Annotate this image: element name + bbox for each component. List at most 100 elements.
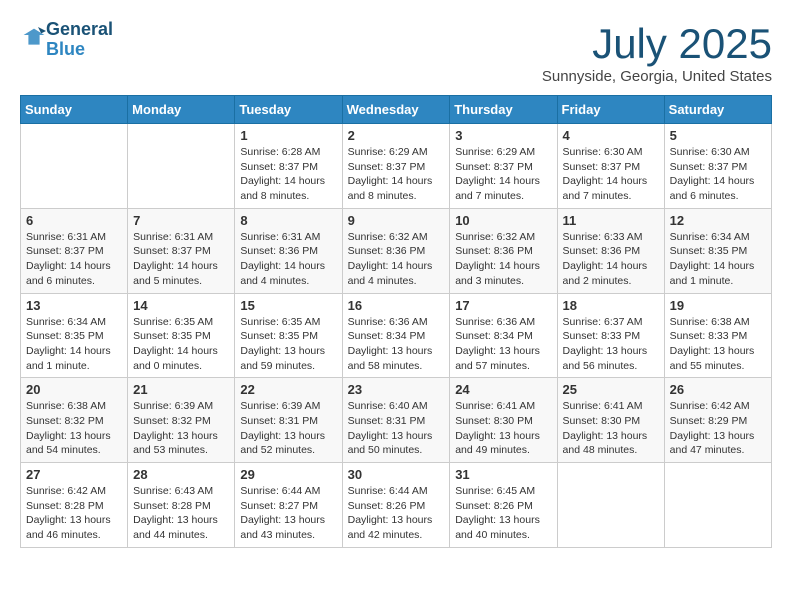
day-info: Sunrise: 6:31 AMSunset: 8:37 PMDaylight:… [133, 230, 229, 289]
day-number: 14 [133, 298, 229, 313]
day-number: 16 [348, 298, 445, 313]
day-number: 13 [26, 298, 122, 313]
calendar-cell: 19Sunrise: 6:38 AMSunset: 8:33 PMDayligh… [664, 293, 771, 378]
day-number: 21 [133, 382, 229, 397]
weekday-header: Thursday [450, 96, 557, 124]
calendar-cell: 22 Sunrise: 6:39 AMSunset: 8:31 PMDayligh… [235, 378, 342, 463]
day-info: Sunrise: 6:31 AMSunset: 8:37 PMDaylight:… [26, 230, 122, 289]
day-number: 3 [455, 128, 551, 143]
page-header: General Blue July 2025 Sunnyside, Georgi… [20, 20, 772, 85]
calendar-cell: 20 Sunrise: 6:38 AMSunset: 8:32 PMDayligh… [21, 378, 128, 463]
day-number: 20 [26, 382, 122, 397]
calendar-cell: 12 Sunrise: 6:34 AMSunset: 8:35 PMDayligh… [664, 208, 771, 293]
location-label: Sunnyside, Georgia, United States [542, 68, 772, 85]
calendar-cell: 25 Sunrise: 6:41 AMSunset: 8:30 PMDayligh… [557, 378, 664, 463]
calendar-cell: 26 Sunrise: 6:42 AMSunset: 8:29 PMDayligh… [664, 378, 771, 463]
day-info: Sunrise: 6:42 AMSunset: 8:28 PMDaylight:… [26, 484, 122, 543]
day-number: 2 [348, 128, 445, 143]
day-number: 28 [133, 467, 229, 482]
day-info: Sunrise: 6:36 AMSunset: 8:34 PMDaylight:… [348, 315, 445, 374]
calendar-cell: 13 Sunrise: 6:34 AMSunset: 8:35 PMDayligh… [21, 293, 128, 378]
logo-line2: Blue [46, 40, 113, 60]
day-number: 5 [670, 128, 766, 143]
calendar-table: SundayMondayTuesdayWednesdayThursdayFrid… [20, 95, 772, 548]
logo-text: General Blue [46, 20, 113, 60]
day-info: Sunrise: 6:44 AMSunset: 8:27 PMDaylight:… [240, 484, 336, 543]
calendar-cell: 21 Sunrise: 6:39 AMSunset: 8:32 PMDayligh… [128, 378, 235, 463]
calendar-cell: 10 Sunrise: 6:32 AMSunset: 8:36 PMDayligh… [450, 208, 557, 293]
weekday-header: Friday [557, 96, 664, 124]
day-number: 22 [240, 382, 336, 397]
day-info: Sunrise: 6:39 AMSunset: 8:31 PMDaylight:… [240, 399, 336, 458]
calendar-cell [21, 124, 128, 209]
calendar-cell: 7Sunrise: 6:31 AMSunset: 8:37 PMDaylight… [128, 208, 235, 293]
month-year-title: July 2025 [542, 20, 772, 68]
calendar-cell: 4Sunrise: 6:30 AMSunset: 8:37 PMDaylight… [557, 124, 664, 209]
calendar-cell: 15 Sunrise: 6:35 AMSunset: 8:35 PMDayligh… [235, 293, 342, 378]
day-number: 1 [240, 128, 336, 143]
calendar-cell: 23 Sunrise: 6:40 AMSunset: 8:31 PMDayligh… [342, 378, 450, 463]
day-info: Sunrise: 6:29 AMSunset: 8:37 PMDaylight:… [455, 145, 551, 204]
day-number: 12 [670, 213, 766, 228]
day-info: Sunrise: 6:40 AMSunset: 8:31 PMDaylight:… [348, 399, 445, 458]
day-info: Sunrise: 6:36 AMSunset: 8:34 PMDaylight:… [455, 315, 551, 374]
day-number: 31 [455, 467, 551, 482]
calendar-week-row: 6 Sunrise: 6:31 AMSunset: 8:37 PMDaylight… [21, 208, 772, 293]
day-number: 6 [26, 213, 122, 228]
day-number: 17 [455, 298, 551, 313]
day-info: Sunrise: 6:28 AMSunset: 8:37 PMDaylight:… [240, 145, 336, 204]
calendar-cell: 24Sunrise: 6:41 AMSunset: 8:30 PMDayligh… [450, 378, 557, 463]
day-number: 9 [348, 213, 445, 228]
day-number: 25 [563, 382, 659, 397]
day-info: Sunrise: 6:41 AMSunset: 8:30 PMDaylight:… [563, 399, 659, 458]
day-info: Sunrise: 6:34 AMSunset: 8:35 PMDaylight:… [670, 230, 766, 289]
logo-line1: General [46, 20, 113, 40]
weekday-header: Sunday [21, 96, 128, 124]
day-number: 19 [670, 298, 766, 313]
day-number: 4 [563, 128, 659, 143]
day-number: 23 [348, 382, 445, 397]
calendar-cell: 11Sunrise: 6:33 AMSunset: 8:36 PMDayligh… [557, 208, 664, 293]
calendar-cell [557, 463, 664, 548]
calendar-cell: 27 Sunrise: 6:42 AMSunset: 8:28 PMDayligh… [21, 463, 128, 548]
calendar-cell: 14 Sunrise: 6:35 AMSunset: 8:35 PMDayligh… [128, 293, 235, 378]
day-number: 29 [240, 467, 336, 482]
weekday-header: Saturday [664, 96, 771, 124]
day-info: Sunrise: 6:38 AMSunset: 8:32 PMDaylight:… [26, 399, 122, 458]
day-number: 26 [670, 382, 766, 397]
day-info: Sunrise: 6:35 AMSunset: 8:35 PMDaylight:… [133, 315, 229, 374]
day-info: Sunrise: 6:35 AMSunset: 8:35 PMDaylight:… [240, 315, 336, 374]
weekday-header: Monday [128, 96, 235, 124]
calendar-cell: 2Sunrise: 6:29 AMSunset: 8:37 PMDaylight… [342, 124, 450, 209]
calendar-week-row: 13 Sunrise: 6:34 AMSunset: 8:35 PMDayligh… [21, 293, 772, 378]
calendar-cell: 3 Sunrise: 6:29 AMSunset: 8:37 PMDaylight… [450, 124, 557, 209]
day-number: 10 [455, 213, 551, 228]
calendar-cell: 31Sunrise: 6:45 AMSunset: 8:26 PMDayligh… [450, 463, 557, 548]
calendar-week-row: 1 Sunrise: 6:28 AMSunset: 8:37 PMDaylight… [21, 124, 772, 209]
calendar-cell: 18Sunrise: 6:37 AMSunset: 8:33 PMDayligh… [557, 293, 664, 378]
day-info: Sunrise: 6:42 AMSunset: 8:29 PMDaylight:… [670, 399, 766, 458]
day-info: Sunrise: 6:32 AMSunset: 8:36 PMDaylight:… [348, 230, 445, 289]
calendar-cell: 17 Sunrise: 6:36 AMSunset: 8:34 PMDayligh… [450, 293, 557, 378]
day-number: 30 [348, 467, 445, 482]
day-info: Sunrise: 6:34 AMSunset: 8:35 PMDaylight:… [26, 315, 122, 374]
calendar-cell: 8Sunrise: 6:31 AMSunset: 8:36 PMDaylight… [235, 208, 342, 293]
day-number: 27 [26, 467, 122, 482]
calendar-cell: 5Sunrise: 6:30 AMSunset: 8:37 PMDaylight… [664, 124, 771, 209]
calendar-cell: 30 Sunrise: 6:44 AMSunset: 8:26 PMDayligh… [342, 463, 450, 548]
day-info: Sunrise: 6:39 AMSunset: 8:32 PMDaylight:… [133, 399, 229, 458]
calendar-cell: 28Sunrise: 6:43 AMSunset: 8:28 PMDayligh… [128, 463, 235, 548]
logo-icon [22, 27, 46, 47]
calendar-cell [128, 124, 235, 209]
calendar-cell [664, 463, 771, 548]
day-info: Sunrise: 6:32 AMSunset: 8:36 PMDaylight:… [455, 230, 551, 289]
day-number: 18 [563, 298, 659, 313]
day-info: Sunrise: 6:44 AMSunset: 8:26 PMDaylight:… [348, 484, 445, 543]
day-number: 15 [240, 298, 336, 313]
calendar-header-row: SundayMondayTuesdayWednesdayThursdayFrid… [21, 96, 772, 124]
calendar-week-row: 27 Sunrise: 6:42 AMSunset: 8:28 PMDayligh… [21, 463, 772, 548]
day-info: Sunrise: 6:33 AMSunset: 8:36 PMDaylight:… [563, 230, 659, 289]
calendar-cell: 6 Sunrise: 6:31 AMSunset: 8:37 PMDaylight… [21, 208, 128, 293]
calendar-cell: 29 Sunrise: 6:44 AMSunset: 8:27 PMDayligh… [235, 463, 342, 548]
calendar-cell: 16 Sunrise: 6:36 AMSunset: 8:34 PMDayligh… [342, 293, 450, 378]
